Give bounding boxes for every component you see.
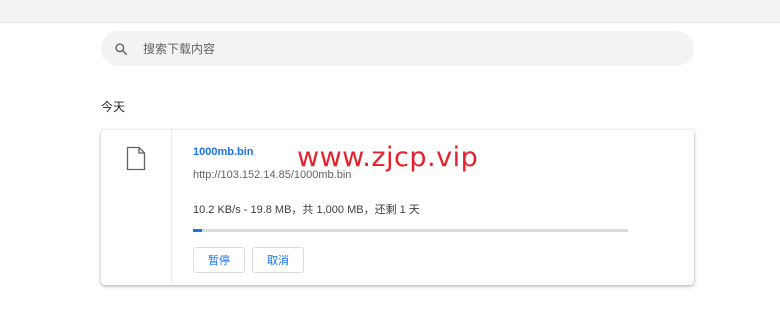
download-status: 10.2 KB/s - 19.8 MB，共 1,000 MB，还剩 1 天 [193, 204, 420, 216]
file-icon-column [101, 130, 172, 285]
search-input[interactable] [141, 40, 665, 57]
top-toolbar [0, 0, 780, 23]
file-icon [126, 146, 146, 176]
download-filename-link[interactable]: 1000mb.bin [193, 146, 254, 158]
section-title-today: 今天 [101, 100, 126, 114]
search-icon[interactable] [113, 41, 129, 57]
pause-button[interactable]: 暂停 [193, 247, 245, 273]
search-bar[interactable] [101, 31, 694, 66]
download-progress-fill [193, 229, 202, 232]
download-progress-bar [193, 229, 628, 232]
cancel-button[interactable]: 取消 [252, 247, 304, 273]
watermark-text: www.zjcp.vip [297, 142, 479, 173]
